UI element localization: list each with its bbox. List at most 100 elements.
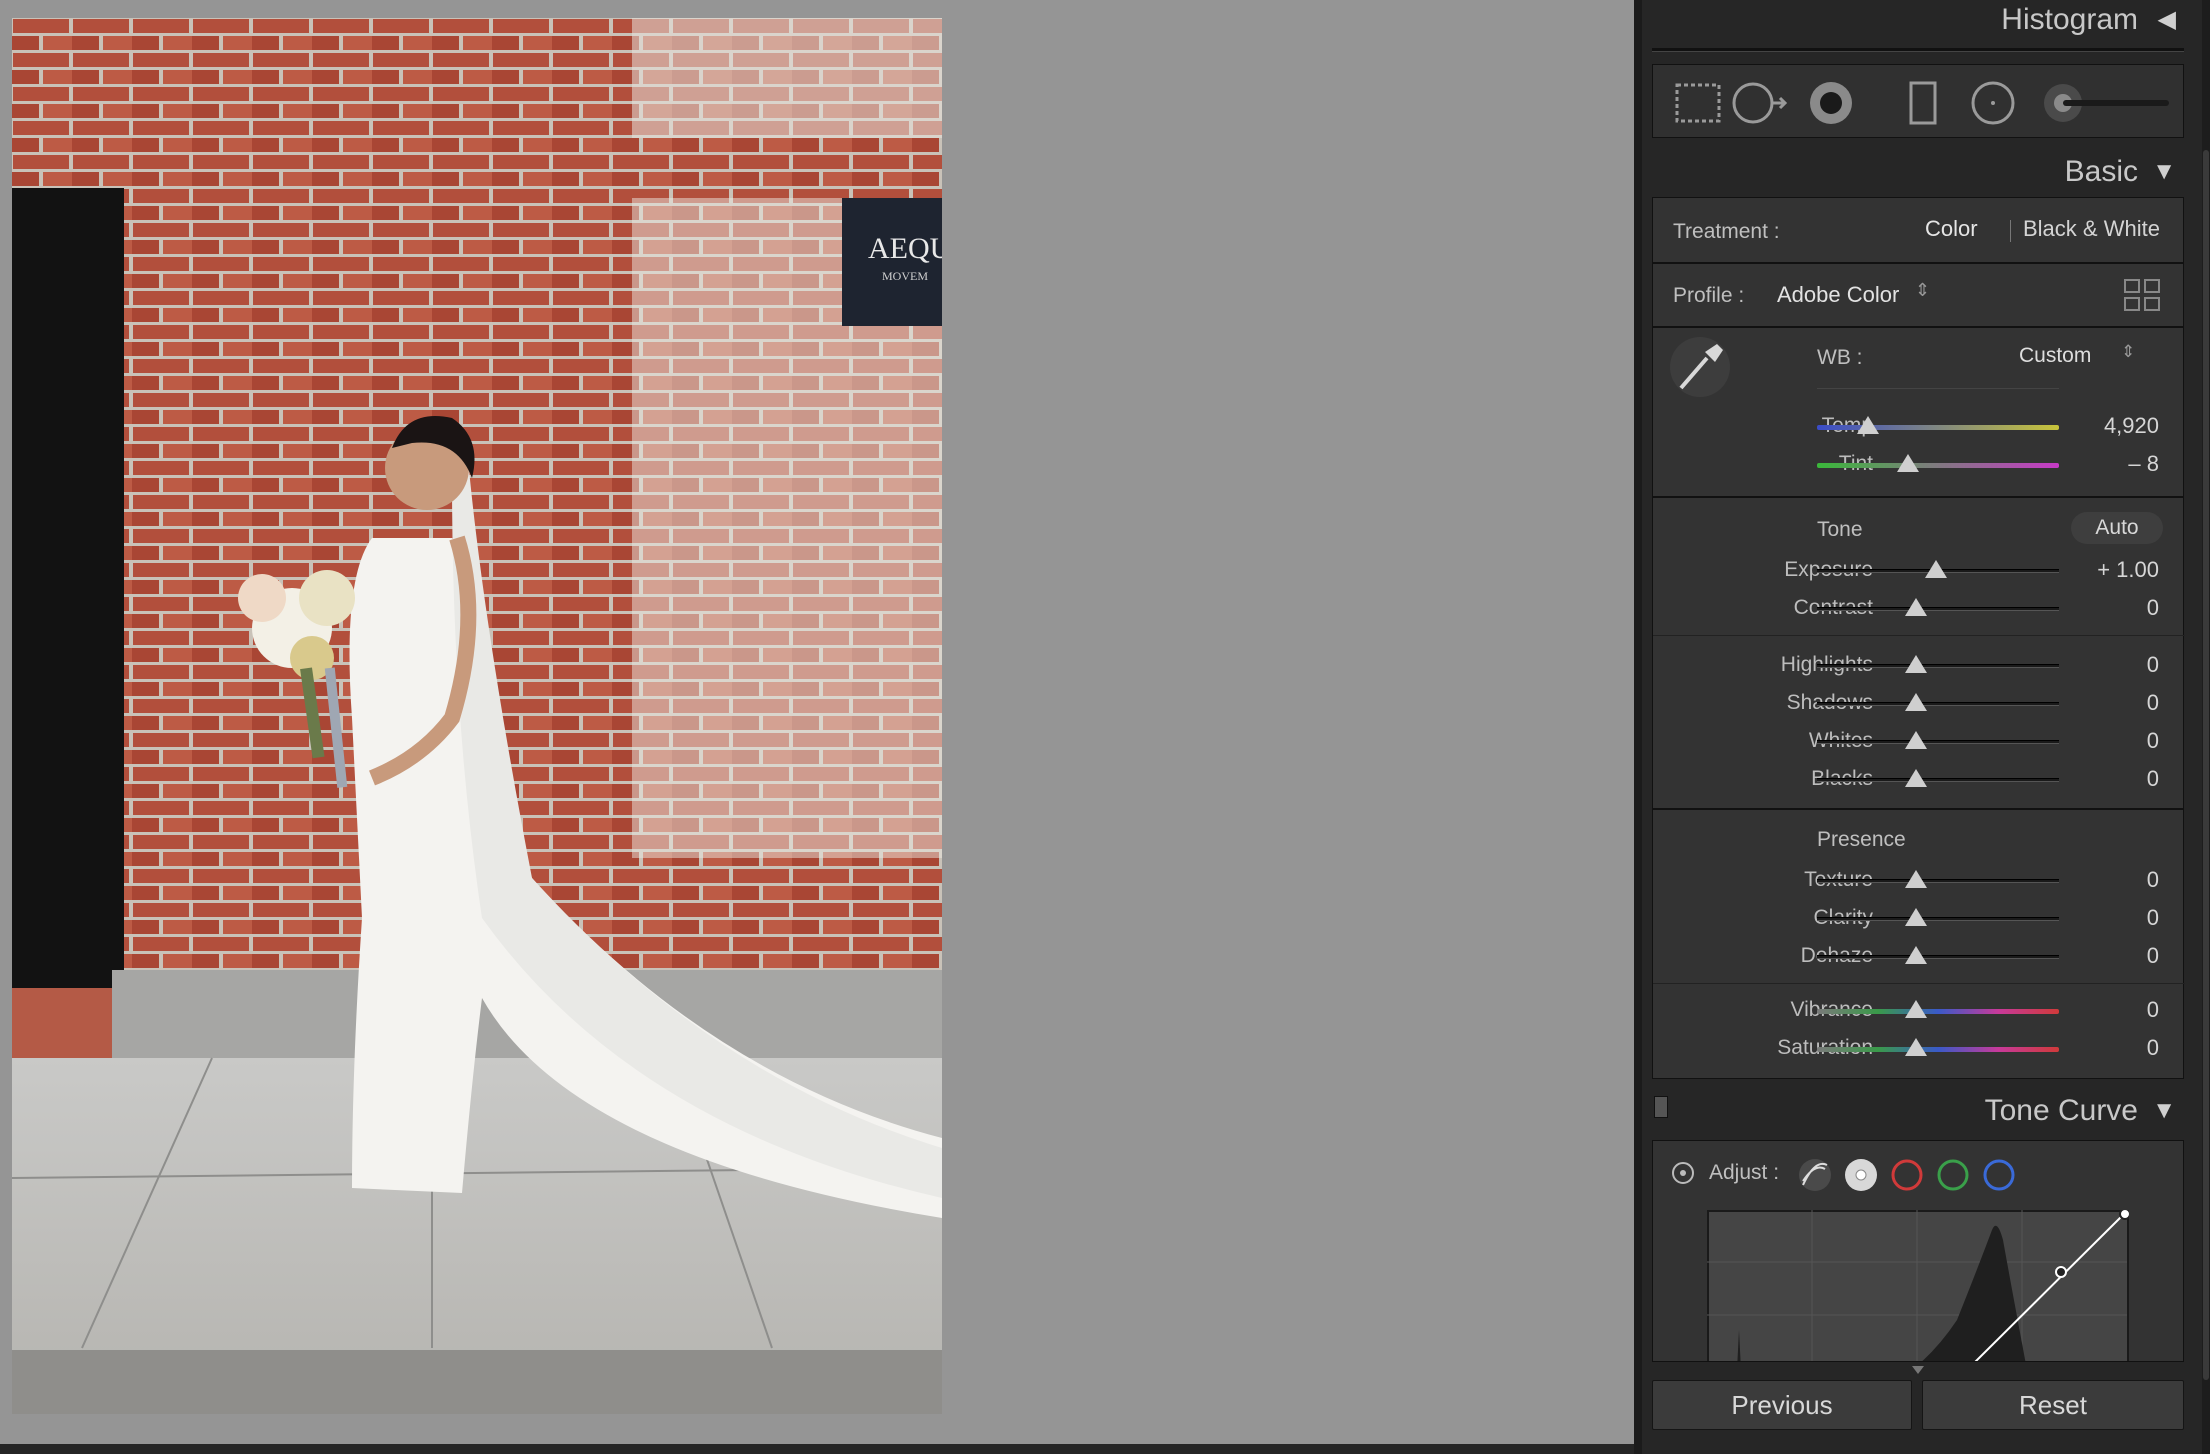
basic-title: Basic bbox=[2064, 155, 2138, 188]
histogram-header[interactable]: Histogram ◀ bbox=[1652, 0, 2184, 48]
treatment-row: Treatment : Color Black & White bbox=[1652, 197, 2184, 263]
tint-value[interactable]: – 8 bbox=[2063, 451, 2159, 477]
vibrance-slider-thumb[interactable] bbox=[1905, 1000, 1927, 1018]
treatment-label: Treatment : bbox=[1673, 220, 1780, 243]
previous-button[interactable]: Previous bbox=[1652, 1380, 1912, 1430]
texture-value[interactable]: 0 bbox=[2063, 867, 2159, 893]
reset-button[interactable]: Reset bbox=[1922, 1380, 2184, 1430]
tint-track[interactable] bbox=[1817, 463, 2059, 468]
wb-stepper-icon[interactable]: ⇕ bbox=[2121, 342, 2135, 362]
collapse-left-icon[interactable]: ◀ bbox=[2158, 0, 2176, 48]
curve-point[interactable] bbox=[2055, 1266, 2067, 1278]
exposure-slider-thumb[interactable] bbox=[1925, 560, 1947, 578]
shadows-value[interactable]: 0 bbox=[2063, 690, 2159, 716]
radial-filter-icon[interactable] bbox=[1971, 81, 2015, 125]
highlights-track[interactable] bbox=[1817, 664, 2059, 668]
wb-label: WB : bbox=[1817, 346, 1863, 369]
highlights-slider-thumb[interactable] bbox=[1905, 655, 1927, 673]
shadows-track[interactable] bbox=[1817, 702, 2059, 706]
tool-strip bbox=[1652, 64, 2184, 138]
lightroom-develop-window: AEQU MOVEM Histogram ◀ Basic ▼ Treatment… bbox=[0, 0, 2210, 1454]
tone-curve-graph[interactable] bbox=[1707, 1210, 2129, 1362]
right-panel: Histogram ◀ Basic ▼ Treatment : Color Bl… bbox=[1642, 0, 2210, 1454]
wb-divider bbox=[1817, 388, 2059, 389]
panel-scrollbar[interactable] bbox=[2202, 0, 2210, 1454]
saturation-value[interactable]: 0 bbox=[2063, 1035, 2159, 1061]
treatment-bw-option[interactable]: Black & White bbox=[2023, 216, 2160, 242]
dehaze-track[interactable] bbox=[1817, 955, 2059, 959]
whites-value[interactable]: 0 bbox=[2063, 728, 2159, 754]
exposure-value[interactable]: + 1.00 bbox=[2063, 557, 2159, 583]
tone-curve-toggle[interactable] bbox=[1654, 1096, 1668, 1118]
collapse-down-icon[interactable]: ▼ bbox=[2152, 1083, 2176, 1139]
tone-curve-header[interactable]: Tone Curve ▼ bbox=[1652, 1083, 2184, 1139]
blacks-track[interactable] bbox=[1817, 778, 2059, 782]
temp-track[interactable] bbox=[1817, 425, 2059, 430]
tone-curve-section: Adjust : bbox=[1652, 1140, 2184, 1362]
presence-label: Presence bbox=[1817, 828, 1906, 851]
shadows-slider-thumb[interactable] bbox=[1905, 693, 1927, 711]
profile-row: Profile : Adobe Color ⇕ bbox=[1652, 263, 2184, 327]
treatment-color-option[interactable]: Color bbox=[1925, 216, 1978, 242]
temp-slider-thumb[interactable] bbox=[1857, 416, 1879, 434]
tone-curve-title: Tone Curve bbox=[1984, 1094, 2138, 1127]
blacks-slider-thumb[interactable] bbox=[1905, 769, 1927, 787]
dehaze-value[interactable]: 0 bbox=[2063, 943, 2159, 969]
texture-slider-thumb[interactable] bbox=[1905, 870, 1927, 888]
blacks-value[interactable]: 0 bbox=[2063, 766, 2159, 792]
highlights-value[interactable]: 0 bbox=[2063, 652, 2159, 678]
spot-removal-icon[interactable] bbox=[1732, 82, 1788, 124]
presence-section: Presence Texture 0 Clarity 0 Dehaze 0 Vi… bbox=[1652, 809, 2185, 1079]
point-curve-rgb-icon[interactable] bbox=[1845, 1159, 1877, 1191]
whites-track[interactable] bbox=[1817, 740, 2059, 744]
tone-section: Tone Auto Exposure + 1.00 Contrast 0 Hig… bbox=[1652, 497, 2185, 809]
red-channel-icon[interactable] bbox=[1891, 1159, 1923, 1191]
histogram-collapsed-bar bbox=[1652, 48, 2184, 52]
image-canvas[interactable]: AEQU MOVEM bbox=[0, 0, 1634, 1444]
target-adjust-icon[interactable] bbox=[1669, 1159, 1697, 1187]
contrast-slider-thumb[interactable] bbox=[1905, 598, 1927, 616]
profile-label: Profile : bbox=[1673, 284, 1745, 307]
clarity-slider-thumb[interactable] bbox=[1905, 908, 1927, 926]
vibrance-track[interactable] bbox=[1817, 1009, 2059, 1014]
wb-select[interactable]: Custom bbox=[2019, 344, 2091, 368]
saturation-track[interactable] bbox=[1817, 1047, 2059, 1052]
tint-slider-thumb[interactable] bbox=[1897, 454, 1919, 472]
adjust-label: Adjust : bbox=[1709, 1161, 1780, 1184]
blue-channel-icon[interactable] bbox=[1983, 1159, 2015, 1191]
dehaze-slider-thumb[interactable] bbox=[1905, 946, 1927, 964]
profile-browser-icon[interactable] bbox=[2123, 278, 2163, 314]
auto-tone-button[interactable]: Auto bbox=[2071, 512, 2163, 544]
parametric-curve-icon[interactable] bbox=[1799, 1159, 1831, 1191]
curve-endpoint[interactable] bbox=[2119, 1210, 2129, 1220]
collapse-down-icon[interactable]: ▼ bbox=[2152, 144, 2176, 200]
profile-select[interactable]: Adobe Color bbox=[1777, 282, 1899, 308]
contrast-track[interactable] bbox=[1817, 607, 2059, 611]
white-balance-section: WB : Custom ⇕ Temp 4,920 Tint – 8 bbox=[1652, 327, 2184, 497]
saturation-slider-thumb[interactable] bbox=[1905, 1038, 1927, 1056]
graduated-filter-icon[interactable] bbox=[1909, 81, 1937, 125]
crop-overlay-icon[interactable] bbox=[1675, 83, 1721, 123]
svg-text:MOVEM: MOVEM bbox=[882, 269, 928, 283]
texture-track[interactable] bbox=[1817, 879, 2059, 883]
vibrance-value[interactable]: 0 bbox=[2063, 997, 2159, 1023]
wb-eyedropper-icon[interactable] bbox=[1669, 336, 1731, 398]
clarity-track[interactable] bbox=[1817, 917, 2059, 921]
clarity-value[interactable]: 0 bbox=[2063, 905, 2159, 931]
red-eye-icon[interactable] bbox=[1810, 82, 1852, 124]
presence-divider bbox=[1653, 983, 2185, 984]
basic-header[interactable]: Basic ▼ bbox=[1652, 144, 2184, 200]
photo-preview[interactable]: AEQU MOVEM bbox=[12, 18, 942, 1414]
treatment-divider bbox=[2010, 220, 2011, 242]
contrast-value[interactable]: 0 bbox=[2063, 595, 2159, 621]
panel-expander-icon[interactable] bbox=[1912, 1366, 1924, 1374]
whites-slider-thumb[interactable] bbox=[1905, 731, 1927, 749]
adjustment-brush-icon[interactable] bbox=[2044, 84, 2169, 122]
profile-stepper-icon[interactable]: ⇕ bbox=[1915, 280, 1930, 301]
temp-value[interactable]: 4,920 bbox=[2063, 413, 2159, 439]
tone-label: Tone bbox=[1817, 518, 1863, 541]
green-channel-icon[interactable] bbox=[1937, 1159, 1969, 1191]
svg-text:AEQU: AEQU bbox=[868, 232, 942, 265]
panel-divider[interactable] bbox=[1634, 0, 1642, 1454]
scrollbar-thumb[interactable] bbox=[2203, 150, 2209, 1380]
